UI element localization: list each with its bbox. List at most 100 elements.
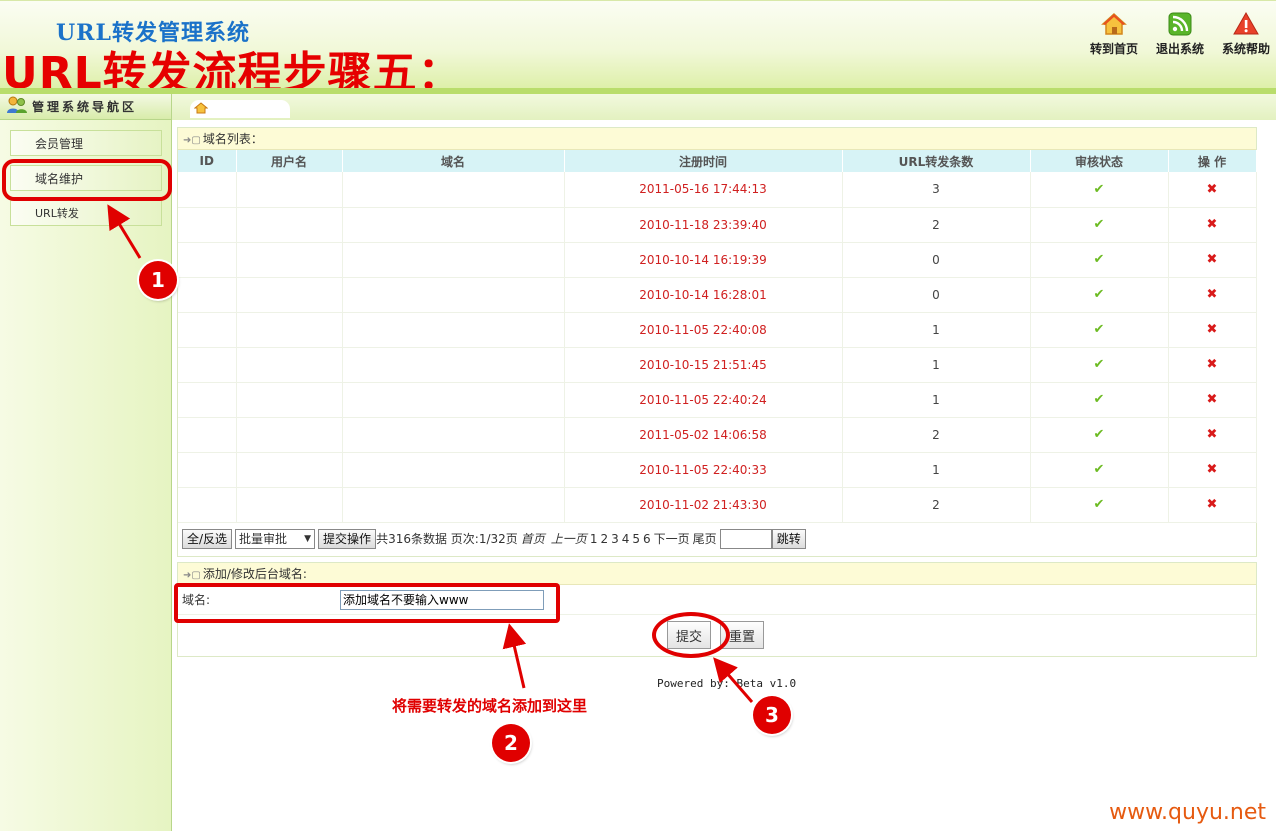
col-forward-count[interactable]: URL转发条数 [842, 150, 1031, 172]
cell-username [236, 382, 343, 418]
next-page-link[interactable]: 下一页 [654, 530, 690, 547]
cell-domain [342, 452, 565, 488]
col-domain[interactable]: 域名 [342, 150, 565, 172]
jump-button[interactable]: 跳转 [771, 528, 806, 549]
cell-id [178, 172, 237, 208]
last-page-link[interactable]: 尾页 [693, 530, 717, 547]
cell-reg-time: 2010-10-14 16:19:39 [564, 242, 843, 278]
cell-forward-count: 2 [842, 417, 1031, 453]
cell-domain [342, 417, 565, 453]
cell-domain [342, 242, 565, 278]
cell-status: ✔ [1030, 242, 1169, 278]
cell-forward-count: 1 [842, 312, 1031, 348]
highlight-submit [652, 612, 730, 658]
delete-icon[interactable]: ✖ [1207, 182, 1218, 197]
logout-link[interactable]: 退出系统 [1156, 11, 1204, 57]
help-link[interactable]: 系统帮助 [1222, 11, 1270, 57]
cell-reg-time: 2010-11-18 23:39:40 [564, 207, 843, 243]
cell-username [236, 277, 343, 313]
delete-icon[interactable]: ✖ [1207, 322, 1218, 337]
approved-check-icon: ✔ [1093, 462, 1105, 477]
chevron-down-icon: ▼ [304, 533, 312, 544]
arrow-doc-icon: ➜▢ [183, 570, 201, 581]
page-jump-input[interactable] [719, 528, 772, 549]
delete-icon[interactable]: ✖ [1207, 357, 1218, 372]
cell-username [236, 452, 343, 488]
cell-forward-count: 1 [842, 382, 1031, 418]
page-link-1[interactable]: 1 [590, 532, 598, 546]
table-row: 2010-10-15 21:51:45 1 ✔ ✖ [178, 347, 1257, 383]
cell-forward-count: 1 [842, 452, 1031, 488]
delete-icon[interactable]: ✖ [1207, 462, 1218, 477]
approved-check-icon: ✔ [1093, 357, 1105, 372]
batch-approve-value: 批量审批 [239, 532, 288, 546]
cell-username [236, 347, 343, 383]
col-reg-time[interactable]: 注册时间 [564, 150, 843, 172]
sidebar-title: 管理系统导航区 [32, 100, 138, 114]
cell-forward-count: 2 [842, 207, 1031, 243]
breadcrumb-tab[interactable] [190, 100, 290, 118]
cell-reg-time: 2010-11-02 21:43:30 [564, 487, 843, 523]
rss-exit-icon [1167, 11, 1193, 37]
page-link-4[interactable]: 4 [622, 532, 630, 546]
header: URL转发管理系统 URL转发流程步骤五： 转到首页 退出系统 系统帮助 [0, 0, 1276, 99]
pager-summary: 共316条数据 页次:1/32页 [376, 532, 518, 546]
submit-operation-button[interactable]: 提交操作 [318, 528, 377, 549]
col-username[interactable]: 用户名 [236, 150, 343, 172]
col-id[interactable]: ID [178, 150, 237, 172]
batch-approve-select[interactable]: 批量审批 ▼ [235, 528, 316, 549]
page-link-2[interactable]: 2 [600, 532, 608, 546]
delete-icon[interactable]: ✖ [1207, 427, 1218, 442]
cell-id [178, 242, 237, 278]
select-all-button[interactable]: 全/反选 [182, 528, 233, 549]
cell-id [178, 452, 237, 488]
cell-status: ✔ [1030, 172, 1169, 208]
table-row: 2010-11-02 21:43:30 2 ✔ ✖ [178, 487, 1257, 523]
sidebar-item-members[interactable]: 会员管理 [10, 130, 162, 156]
cell-status: ✔ [1030, 452, 1169, 488]
sidebar-item-url-forward[interactable]: URL转发 [10, 200, 162, 226]
cell-reg-time: 2010-10-14 16:28:01 [564, 277, 843, 313]
delete-icon[interactable]: ✖ [1207, 392, 1218, 407]
cell-forward-count: 0 [842, 242, 1031, 278]
page-link-5[interactable]: 5 [632, 532, 640, 546]
domain-table: ID 用户名 域名 注册时间 URL转发条数 审核状态 操 作 2011-05-… [178, 150, 1257, 523]
cell-username [236, 207, 343, 243]
go-home-link[interactable]: 转到首页 [1090, 11, 1138, 57]
cell-reg-time: 2011-05-02 14:06:58 [564, 417, 843, 453]
add-domain-title: 添加/修改后台域名: [202, 567, 307, 581]
delete-icon[interactable]: ✖ [1207, 497, 1218, 512]
cell-action: ✖ [1168, 277, 1257, 313]
domain-table-body: 2011-05-16 17:44:13 3 ✔ ✖ 2010-11-18 23:39:4… [178, 172, 1257, 523]
table-header-row: ID 用户名 域名 注册时间 URL转发条数 审核状态 操 作 [178, 150, 1257, 172]
highlight-domain-nav [2, 159, 172, 201]
delete-icon[interactable]: ✖ [1207, 287, 1218, 302]
approved-check-icon: ✔ [1093, 287, 1105, 302]
delete-icon[interactable]: ✖ [1207, 252, 1218, 267]
approved-check-icon: ✔ [1093, 181, 1105, 197]
cell-action: ✖ [1168, 242, 1257, 278]
arrow-doc-icon: ➜▢ [183, 135, 201, 146]
cell-reg-time: 2010-11-05 22:40:24 [564, 382, 843, 418]
cell-id [178, 347, 237, 383]
cell-action: ✖ [1168, 207, 1257, 243]
users-icon [6, 96, 28, 117]
cell-action: ✖ [1168, 417, 1257, 453]
cell-domain [342, 172, 565, 208]
col-status[interactable]: 审核状态 [1030, 150, 1169, 172]
page-link-3[interactable]: 3 [611, 532, 619, 546]
cell-username [236, 417, 343, 453]
first-page-link[interactable]: 首页 [521, 530, 545, 547]
highlight-domain-input [174, 583, 560, 623]
cell-forward-count: 1 [842, 347, 1031, 383]
cell-id [178, 277, 237, 313]
breadcrumb-home-icon [193, 101, 209, 117]
delete-icon[interactable]: ✖ [1207, 217, 1218, 232]
powered-by: Powered by: Beta v1.0 [657, 677, 797, 690]
cell-id [178, 312, 237, 348]
cell-domain [342, 277, 565, 313]
approved-check-icon: ✔ [1093, 322, 1105, 337]
prev-page-link[interactable]: 上一页 [551, 530, 587, 547]
cell-domain [342, 347, 565, 383]
page-link-6[interactable]: 6 [643, 532, 651, 546]
